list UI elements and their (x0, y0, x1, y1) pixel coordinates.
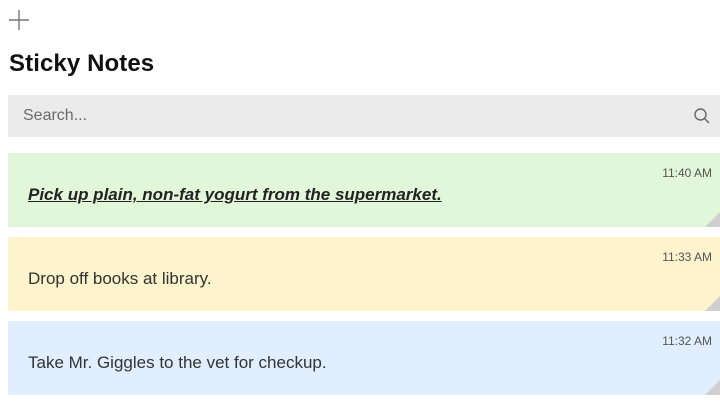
page-title: Sticky Notes (9, 50, 155, 77)
sticky-notes-app: Sticky Notes 11:40 AM Pick up plain, non… (0, 0, 720, 415)
note-card[interactable]: 11:32 AM Take Mr. Giggles to the vet for… (8, 321, 720, 395)
add-note-button[interactable] (6, 7, 32, 33)
search-bar (8, 95, 720, 137)
note-corner-fold (705, 380, 720, 395)
note-timestamp: 11:40 AM (662, 166, 712, 180)
note-corner-fold (705, 212, 720, 227)
note-timestamp: 11:33 AM (662, 250, 712, 264)
search-icon[interactable] (692, 106, 712, 126)
note-card[interactable]: 11:40 AM Pick up plain, non-fat yogurt f… (8, 153, 720, 227)
note-text: Pick up plain, non-fat yogurt from the s… (28, 185, 442, 204)
search-input[interactable] (8, 95, 668, 137)
note-text: Drop off books at library. (28, 269, 212, 288)
note-card[interactable]: 11:33 AM Drop off books at library. (8, 237, 720, 311)
note-timestamp: 11:32 AM (662, 334, 712, 348)
note-text: Take Mr. Giggles to the vet for checkup. (28, 353, 327, 372)
plus-icon (9, 10, 29, 30)
note-corner-fold (705, 296, 720, 311)
